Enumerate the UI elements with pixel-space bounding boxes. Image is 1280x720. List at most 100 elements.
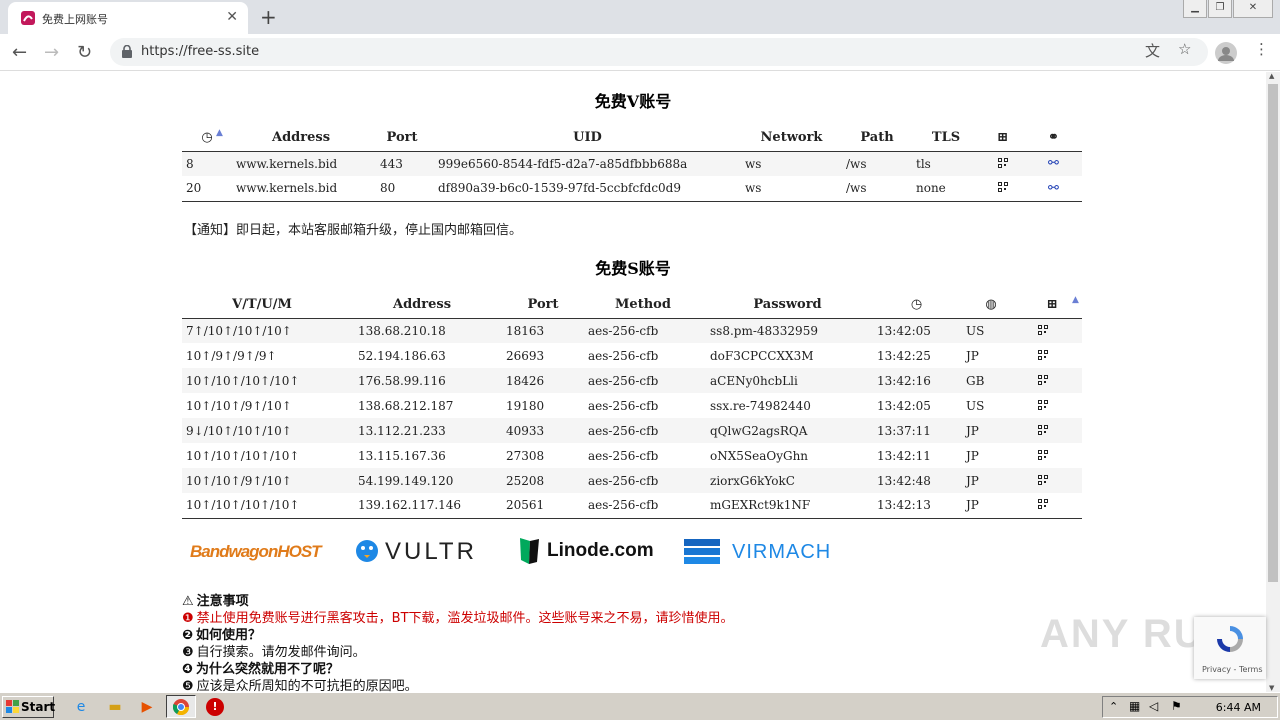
share-header-icon[interactable]: ⚭ — [1025, 125, 1082, 152]
table-cell: US — [960, 318, 1022, 343]
col-header[interactable]: Method — [584, 292, 702, 319]
vertical-scrollbar[interactable]: ▲ ▼ — [1266, 72, 1280, 692]
qr-code-icon[interactable] — [1038, 399, 1048, 410]
v-table-header: ◷ ▲ Address Port UID Network Path TLS ⊞ ⚭ — [182, 125, 1082, 152]
globe-header-icon[interactable]: ◍ — [960, 292, 1022, 319]
table-cell: 26693 — [506, 348, 545, 363]
table-cell: JP — [960, 468, 1022, 493]
warning-app-icon[interactable]: ! — [206, 698, 224, 716]
vultr-bird-icon — [356, 540, 378, 562]
sponsor-name: Linode.com — [547, 540, 654, 561]
qr-cell[interactable] — [1022, 343, 1082, 368]
qr-code-icon[interactable] — [1038, 499, 1048, 510]
qr-code-icon[interactable] — [1038, 474, 1048, 485]
browser-tab[interactable]: 免费上网账号 ✕ — [8, 2, 248, 34]
translate-icon[interactable]: 文 — [1145, 40, 1160, 61]
table-cell: 80 — [370, 176, 434, 202]
faq-bullet-icon: ❺ — [182, 679, 194, 692]
tab-title: 免费上网账号 — [42, 13, 108, 26]
faq-line: ❶ 禁止使用免费账号进行黑客攻击，BT下载，滥发垃圾邮件。这些账号来之不易，请珍惜… — [182, 607, 734, 626]
back-icon[interactable]: ← — [12, 42, 27, 63]
flag-tray-icon[interactable]: ⚑ — [1171, 699, 1182, 713]
ie-icon[interactable]: e — [72, 698, 90, 716]
start-button[interactable]: Start — [2, 696, 55, 718]
faq-text: 禁止使用免费账号进行黑客攻击，BT下载，滥发垃圾邮件。这些账号来之不易，请珍惜使… — [196, 611, 734, 626]
qr-cell[interactable] — [1022, 468, 1082, 493]
qr-code-icon[interactable] — [997, 182, 1008, 193]
col-header[interactable]: Path — [842, 125, 912, 152]
qr-cell[interactable] — [1022, 393, 1082, 418]
col-header[interactable]: V/T/U/M — [182, 292, 342, 319]
table-cell: ws — [741, 151, 842, 176]
qr-header-icon[interactable]: ⊞ — [980, 125, 1025, 152]
qr-cell[interactable] — [980, 151, 1025, 176]
url-text: https://free-ss.site — [141, 44, 260, 59]
linode-logo[interactable]: Linode.com — [517, 536, 654, 571]
table-cell: doF3CPCCXX3M — [710, 348, 814, 363]
share-cell[interactable]: ⚯ — [1025, 176, 1082, 202]
table-cell: 20561 — [502, 493, 584, 519]
media-player-icon[interactable]: ▶ — [138, 698, 156, 716]
table-cell: 10↑/10↑/10↑/10↑ — [182, 493, 342, 519]
tray-expand-icon[interactable]: ⌃ — [1109, 700, 1118, 713]
col-header[interactable]: Password — [702, 292, 873, 319]
forward-icon[interactable]: → — [44, 42, 59, 63]
new-tab-icon[interactable]: + — [260, 5, 277, 29]
table-cell: 139.162.117.146 — [342, 493, 502, 519]
network-tray-icon[interactable]: ▦ — [1129, 699, 1140, 713]
col-header[interactable]: Address — [232, 125, 370, 152]
col-header[interactable]: TLS — [912, 125, 980, 152]
table-cell: oNX5SeaOyGhn — [710, 448, 809, 463]
table-cell: ziorxG6kYokC — [702, 468, 873, 493]
col-header[interactable]: Address — [342, 292, 502, 319]
scrollbar-thumb[interactable] — [1268, 84, 1278, 582]
col-header[interactable]: Port — [502, 292, 584, 319]
clock-header-icon[interactable]: ◷ ▲ — [182, 125, 232, 152]
qr-cell[interactable] — [1022, 443, 1082, 468]
window-close-icon[interactable]: ✕ — [1233, 0, 1273, 18]
qr-cell[interactable] — [980, 176, 1025, 202]
table-cell: 10↑/10↑/9↑/10↑ — [186, 398, 292, 413]
restore-icon[interactable]: ❐ — [1208, 0, 1232, 18]
qr-code-icon[interactable] — [1038, 424, 1048, 435]
volume-tray-icon[interactable]: ◁ — [1149, 699, 1158, 713]
reload-icon[interactable]: ↻ — [77, 42, 92, 63]
vultr-logo[interactable]: VULTR — [355, 538, 474, 569]
qr-cell[interactable] — [1022, 493, 1082, 519]
qr-cell[interactable] — [1022, 368, 1082, 393]
explorer-folder-icon[interactable]: ▬ — [106, 698, 124, 716]
system-tray: ⌃ ▦ ◁ ⚑ 6:44 AM — [1102, 696, 1278, 718]
bandwagonhost-logo[interactable]: BandwagonHOST — [190, 542, 322, 562]
bookmark-star-icon[interactable]: ☆ — [1178, 40, 1191, 58]
clock-header-icon[interactable]: ◷ — [873, 292, 960, 319]
share-icon[interactable]: ⚯ — [1048, 156, 1059, 171]
table-cell: GB — [960, 368, 1022, 393]
table-cell: 13:42:16 — [873, 368, 960, 393]
table-row: 10↑/10↑/10↑/10↑ 139.162.117.146 20561 aes-2… — [182, 493, 1082, 519]
share-cell[interactable]: ⚯ — [1025, 151, 1082, 176]
menu-kebab-icon[interactable]: ⋮ — [1254, 40, 1269, 58]
recaptcha-badge[interactable]: Privacy - Terms — [1194, 617, 1266, 679]
profile-avatar-icon[interactable] — [1215, 42, 1237, 64]
virmach-logo[interactable]: VIRMACH — [682, 538, 830, 571]
minimize-icon[interactable]: ▁ — [1183, 0, 1207, 18]
recaptcha-links[interactable]: Privacy - Terms — [1202, 665, 1263, 674]
qr-code-icon[interactable] — [1038, 449, 1048, 460]
share-icon[interactable]: ⚯ — [1048, 181, 1059, 196]
s-accounts-table: V/T/U/M Address Port Method Password ◷ ◍… — [182, 292, 1082, 519]
qr-header-icon[interactable]: ⊞ ▲ — [1022, 292, 1082, 319]
windows-logo-icon — [6, 700, 19, 713]
close-tab-icon[interactable]: ✕ — [226, 9, 238, 25]
chrome-taskbar-button[interactable] — [166, 695, 196, 718]
qr-code-icon[interactable] — [1038, 374, 1048, 385]
col-header[interactable]: Network — [741, 125, 842, 152]
qr-code-icon[interactable] — [1038, 324, 1048, 335]
qr-code-icon[interactable] — [1038, 349, 1048, 360]
qr-cell[interactable] — [1022, 318, 1082, 343]
qr-code-icon[interactable] — [997, 157, 1008, 168]
faq-line: ❺ 应该是众所周知的不可抗拒的原因吧。 — [182, 675, 418, 692]
col-header[interactable]: Port — [370, 125, 434, 152]
col-header[interactable]: UID — [434, 125, 741, 152]
address-bar[interactable]: https://free-ss.site — [110, 38, 1208, 66]
qr-cell[interactable] — [1022, 418, 1082, 443]
